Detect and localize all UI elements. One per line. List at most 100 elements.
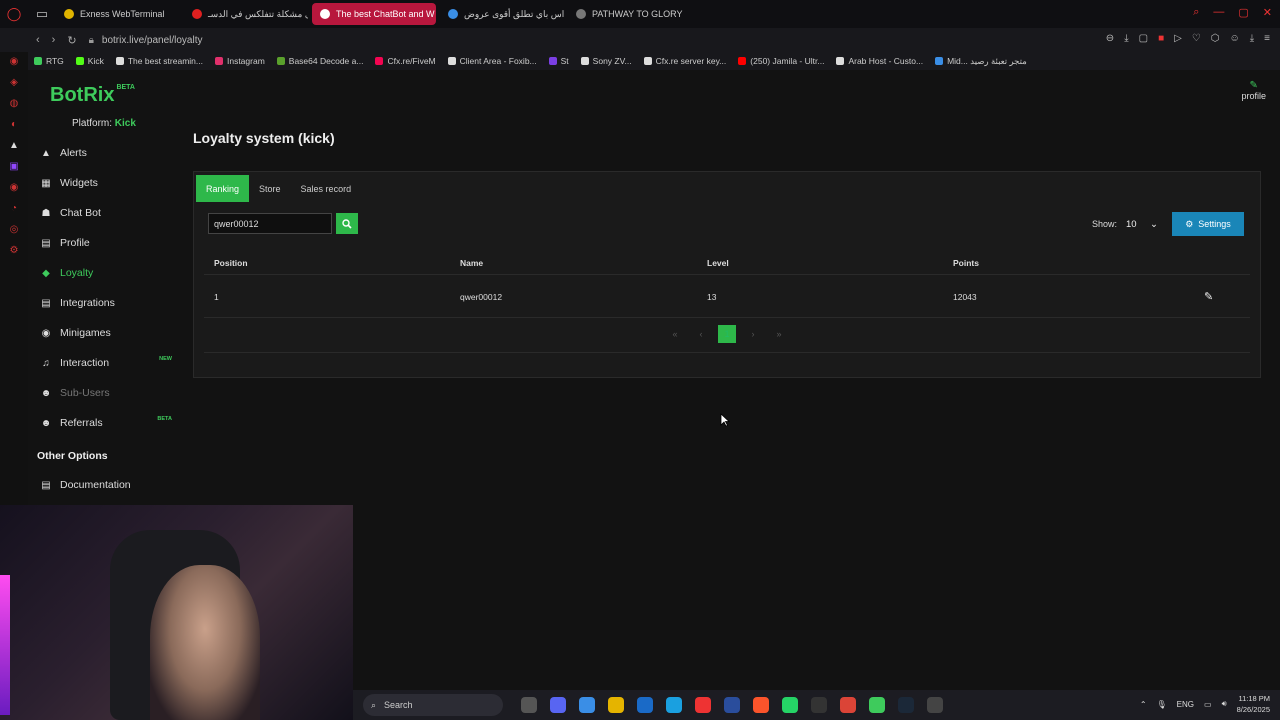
sidebar-app-icon[interactable]: ◉ [10,182,19,193]
url-field[interactable]: 🔒︎ botrix.live/panel/loyalty [89,35,203,46]
obs-icon[interactable] [811,697,827,713]
opera-icon[interactable] [695,697,711,713]
search-input[interactable] [208,213,332,234]
tab-ranking[interactable]: Ranking [196,175,250,202]
language-indicator[interactable]: ENG [1177,700,1194,709]
sidebar-item-documentation[interactable]: ▤ Documentation [28,470,130,500]
browser-tab[interactable]: حل مشكلة تتفلكس في الدسـ [184,3,308,25]
bookmark-item[interactable]: Instagram [214,56,265,66]
vpn-icon[interactable] [724,697,740,713]
terminal-icon[interactable] [927,697,943,713]
sidebar-item-integrations[interactable]: ▤ Integrations [28,288,178,318]
sidebar-item-interaction[interactable]: ♫ Interaction NEW [28,348,178,378]
maximize-icon[interactable]: ▢ [1238,6,1248,19]
tab-store[interactable]: Store [249,175,291,202]
browser-tab[interactable]: PATHWAY TO GLORY [568,3,688,25]
browser-tab[interactable]: Exness WebTerminal [56,3,180,25]
extensions-icon[interactable]: ⬡ [1211,33,1220,44]
bookmark-item[interactable]: Base64 Decode a... [276,56,363,66]
sidebar-app-icon[interactable]: ◎ [10,224,19,235]
sidebar-app-icon[interactable]: ◍ [10,98,19,109]
sidebar-item-profile[interactable]: ▤ Profile [28,228,178,258]
bookmark-item[interactable]: Cfx.re server key... [643,56,726,66]
taskbar-search[interactable]: ⌕ Search [363,694,503,716]
back-icon[interactable]: ‹ [36,34,40,46]
sidebar-item-chat-bot[interactable]: ☗ Chat Bot [28,198,178,228]
copilot-icon[interactable] [579,697,595,713]
reload-icon[interactable]: ↻ [67,34,76,47]
store-icon[interactable] [637,697,653,713]
sidebar-app-icon[interactable]: ◈ [10,77,18,88]
bookmark-item[interactable]: St [548,56,569,66]
sidebar-item-referrals[interactable]: ☻ Referrals BETA [28,408,178,438]
minimize-icon[interactable]: — [1213,6,1224,19]
bookmark-item[interactable]: Kick [75,56,104,66]
profile-link[interactable]: ✎ profile [1241,80,1266,101]
bookmark-item[interactable]: Sony ZV... [580,56,632,66]
volume-icon[interactable]: 🔊︎ [1222,699,1227,709]
bookmark-item[interactable]: Cfx.re/FiveM [375,56,436,66]
sidebar-app-icon[interactable]: ▣ [9,161,18,172]
account-icon[interactable]: ☺ [1230,33,1240,44]
bookmark-item[interactable]: Client Area - Foxib... [447,56,537,66]
page-number-button[interactable]: 1 [718,325,736,343]
bookmark-item[interactable]: Mid... متجر تعبئة رصيد [935,56,1027,67]
whatsapp-icon[interactable] [782,697,798,713]
tab-sales-record[interactable]: Sales record [291,175,362,202]
discord-icon[interactable] [550,697,566,713]
sidebar-app-icon[interactable]: ◉ [10,56,19,67]
chrome-icon[interactable] [840,697,856,713]
menu-icon[interactable]: ≡ [1264,33,1270,44]
brave-icon[interactable] [753,697,769,713]
steam-icon[interactable] [898,697,914,713]
sidebar-app-icon[interactable]: ⚙ [10,245,19,256]
opera-logo-icon[interactable]: ◯ [0,6,28,22]
tab-menu-icon[interactable]: ▭ [28,6,56,22]
monitor-icon[interactable]: ▭ [1204,700,1212,709]
bookmark-item[interactable]: RTG [34,56,64,66]
edit-pencil-icon[interactable]: ✎ [1204,276,1213,317]
sidebar-app-icon[interactable]: ▲ [9,140,19,151]
page-size-select[interactable]: 10 ⌄ [1122,214,1162,234]
botrix-app-icon[interactable] [869,697,885,713]
users-icon: ☻ [40,387,52,399]
sidebar-item-minigames[interactable]: ◉ Minigames [28,318,178,348]
bookmark-favicon-icon [214,57,223,65]
microphone-icon[interactable]: 🎙︎ [1157,700,1167,709]
settings-button[interactable]: ⚙ Settings [1172,212,1244,236]
search-tabs-icon[interactable]: ⌕ [1193,6,1199,19]
browser-tab[interactable]: ميداس باي تطلق أقوى عروض [440,3,564,25]
browser-tab[interactable]: The best ChatBot and W [312,3,436,25]
shield-icon[interactable]: ■ [1158,33,1164,44]
sidebar-item-widgets[interactable]: ▦ Widgets [28,168,178,198]
search-button[interactable] [336,213,358,234]
first-page-icon[interactable]: « [666,325,684,343]
downloads-icon[interactable]: ⤓ [1250,33,1254,44]
prev-page-icon[interactable]: ‹ [692,325,710,343]
play-icon[interactable]: ▷ [1174,33,1182,44]
task-view-icon[interactable] [521,697,537,713]
sidebar-item-label: Chat Bot [60,207,101,219]
heart-icon[interactable]: ♡ [1192,33,1201,44]
sidebar-app-icon[interactable]: ◐ [11,119,17,130]
bookmark-item[interactable]: The best streamin... [115,56,203,66]
close-icon[interactable]: ✕ [1263,6,1272,19]
bookmark-item[interactable]: (250) Jamila - Ultr... [738,56,824,66]
last-page-icon[interactable]: » [770,325,788,343]
sidebar-item-alerts[interactable]: ▲ Alerts [28,138,178,168]
sidebar-item-loyalty[interactable]: ◆ Loyalty [28,258,178,288]
chevron-up-icon[interactable]: ⌃ [1140,700,1147,709]
download-icon[interactable]: ⤓ [1124,33,1128,44]
botrix-logo[interactable]: BotRix BETA [50,84,135,107]
bookmark-item[interactable]: Arab Host - Custo... [836,56,923,66]
sidebar-app-icon[interactable]: ◔ [11,203,17,214]
edge-icon[interactable] [666,697,682,713]
zoom-icon[interactable]: ⊖ [1106,33,1114,44]
sidebar-badge: BETA [157,416,172,422]
sidebar-item-sub-users[interactable]: ☻ Sub-Users [28,378,178,408]
forward-icon[interactable]: › [52,34,56,46]
next-page-icon[interactable]: › [744,325,762,343]
snapshot-icon[interactable]: ▢ [1139,33,1148,44]
clock[interactable]: 11:18 PM 8/26/2025 [1237,693,1270,715]
file-explorer-icon[interactable] [608,697,624,713]
